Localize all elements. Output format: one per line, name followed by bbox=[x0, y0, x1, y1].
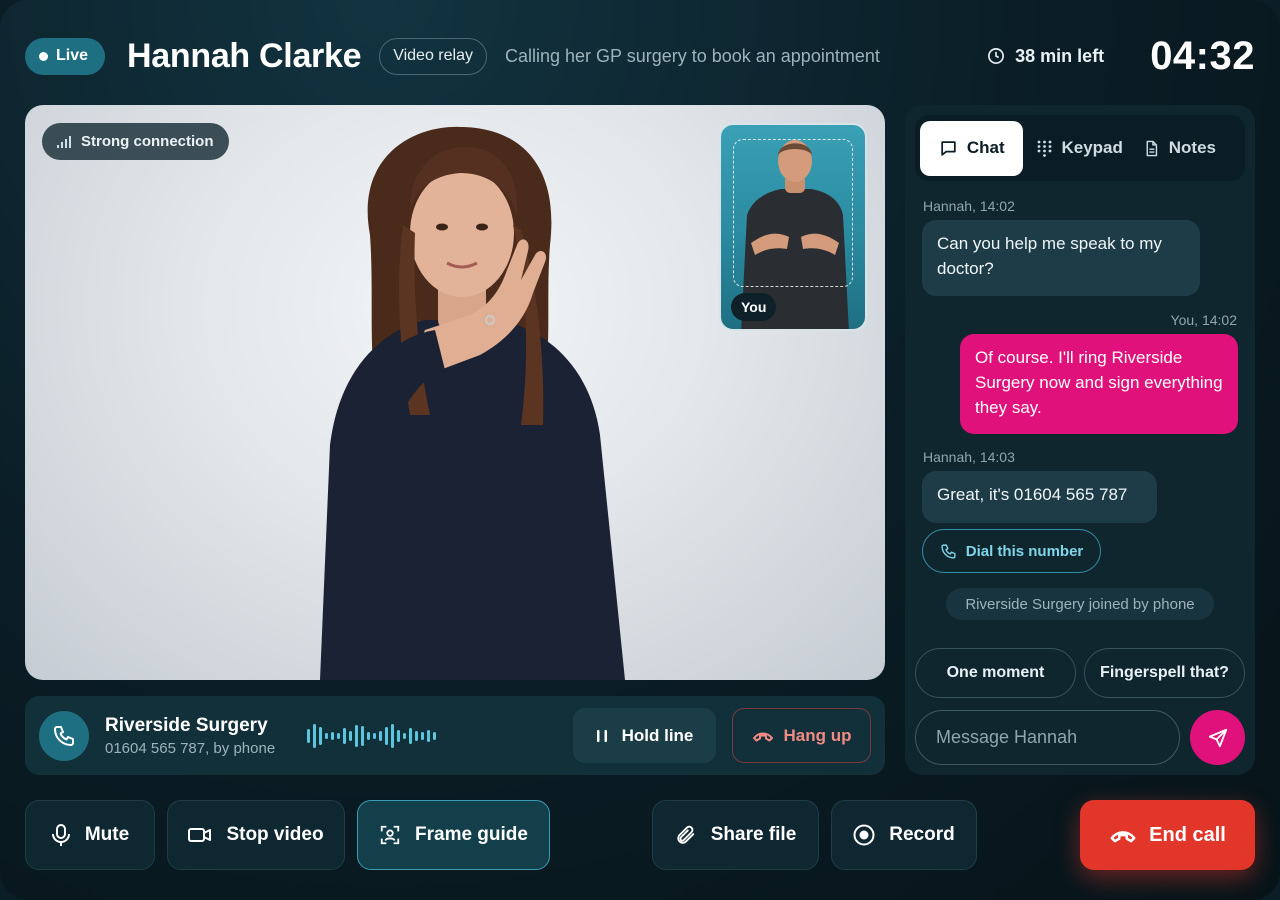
call-timer: 04:32 bbox=[1150, 33, 1255, 78]
remote-video-feed: Strong connection You bbox=[25, 105, 885, 680]
frame-guide-icon bbox=[380, 825, 400, 845]
tab-keypad[interactable]: Keypad bbox=[1023, 121, 1130, 176]
phone-avatar bbox=[39, 710, 89, 761]
hang-up-phone-button[interactable]: Hang up bbox=[732, 708, 871, 763]
connection-label: Strong connection bbox=[81, 133, 214, 150]
pause-icon bbox=[596, 729, 607, 742]
tab-keypad-label: Keypad bbox=[1061, 138, 1123, 157]
video-relay-call-window: Live Hannah Clarke Video relay Calling h… bbox=[0, 0, 1280, 900]
live-label: Live bbox=[56, 47, 89, 64]
hold-line-button[interactable]: Hold line bbox=[573, 708, 716, 763]
message-meta: Hannah, 14:03 bbox=[923, 449, 1015, 465]
phone-icon bbox=[54, 725, 74, 746]
phone-participant-bar: Riverside Surgery 01604 565 787, by phon… bbox=[25, 696, 885, 775]
mute-button[interactable]: Mute bbox=[25, 800, 155, 870]
chat-bubble-icon bbox=[941, 140, 956, 156]
tab-notes[interactable]: Notes bbox=[1131, 121, 1240, 176]
call-mode-badge: Video relay bbox=[379, 37, 487, 75]
end-call-label: End call bbox=[1149, 823, 1226, 846]
document-icon bbox=[1146, 140, 1157, 156]
dial-number-button[interactable]: Dial this number bbox=[922, 529, 1101, 573]
phone-participant-info: Riverside Surgery 01604 565 787, by phon… bbox=[105, 715, 275, 757]
tab-chat[interactable]: Chat bbox=[920, 120, 1024, 176]
microphone-icon bbox=[51, 824, 70, 846]
frame-guide-label: Frame guide bbox=[415, 824, 528, 845]
keypad-icon bbox=[1038, 140, 1052, 157]
stop-video-label: Stop video bbox=[226, 824, 324, 845]
record-label: Record bbox=[889, 824, 955, 845]
live-badge: Live bbox=[25, 37, 106, 75]
caller-name: Hannah Clarke bbox=[127, 36, 362, 75]
tab-chat-label: Chat bbox=[966, 138, 1005, 157]
hang-up-icon bbox=[1110, 830, 1136, 842]
phone-icon bbox=[941, 543, 956, 559]
chat-side-panel: Chat Keypad Notes Hannah, 14:02 Can you … bbox=[905, 105, 1255, 775]
message-meta: Hannah, 14:02 bbox=[923, 198, 1015, 214]
connection-status: Strong connection bbox=[42, 123, 229, 160]
hold-line-label: Hold line bbox=[621, 725, 694, 745]
video-camera-icon bbox=[188, 828, 212, 842]
paperclip-icon bbox=[677, 825, 694, 844]
call-header: Live Hannah Clarke Video relay Calling h… bbox=[25, 30, 1255, 82]
remote-signer-figure bbox=[320, 126, 625, 680]
message-bubble-outgoing: Of course. I'll ring Riverside Surgery n… bbox=[960, 334, 1238, 434]
message-input[interactable] bbox=[915, 710, 1180, 765]
message-bubble-incoming: Great, it's 01604 565 787 bbox=[922, 471, 1157, 523]
system-notice: Riverside Surgery joined by phone bbox=[946, 588, 1214, 620]
stop-video-button[interactable]: Stop video bbox=[167, 800, 345, 870]
side-panel-tabs: Chat Keypad Notes bbox=[915, 115, 1245, 181]
record-button[interactable]: Record bbox=[831, 800, 977, 870]
call-description: Calling her GP surgery to book an appoin… bbox=[504, 45, 880, 66]
hang-up-icon bbox=[752, 732, 773, 741]
self-view-preview[interactable]: You bbox=[719, 123, 867, 331]
frame-guide-button[interactable]: Frame guide bbox=[357, 800, 550, 870]
phone-participant-name: Riverside Surgery bbox=[105, 714, 268, 736]
message-bubble-incoming: Can you help me speak to my doctor? bbox=[922, 220, 1200, 296]
message-meta: You, 14:02 bbox=[1170, 312, 1237, 328]
phone-participant-detail: 01604 565 787, by phone bbox=[105, 739, 276, 757]
quick-reply-button[interactable]: Fingerspell that? bbox=[1084, 648, 1245, 698]
record-icon bbox=[853, 824, 875, 846]
share-file-button[interactable]: Share file bbox=[652, 800, 819, 870]
signal-bars-icon bbox=[57, 135, 71, 148]
send-message-button[interactable] bbox=[1190, 710, 1245, 765]
audio-waveform bbox=[307, 716, 437, 756]
tab-notes-label: Notes bbox=[1168, 138, 1216, 157]
hang-up-label: Hang up bbox=[783, 725, 852, 745]
clock-icon bbox=[988, 48, 1005, 64]
share-file-label: Share file bbox=[710, 824, 797, 845]
self-view-label: You bbox=[731, 293, 777, 321]
frame-guide-overlay bbox=[733, 139, 853, 287]
quick-reply-button[interactable]: One moment bbox=[915, 648, 1076, 698]
time-left-label: 38 min left bbox=[1015, 45, 1105, 66]
live-dot-icon bbox=[39, 51, 48, 61]
mute-label: Mute bbox=[84, 824, 130, 845]
dial-number-label: Dial this number bbox=[965, 542, 1084, 560]
send-icon bbox=[1208, 728, 1227, 747]
end-call-button[interactable]: End call bbox=[1080, 800, 1255, 870]
time-remaining: 38 min left bbox=[987, 46, 1104, 67]
